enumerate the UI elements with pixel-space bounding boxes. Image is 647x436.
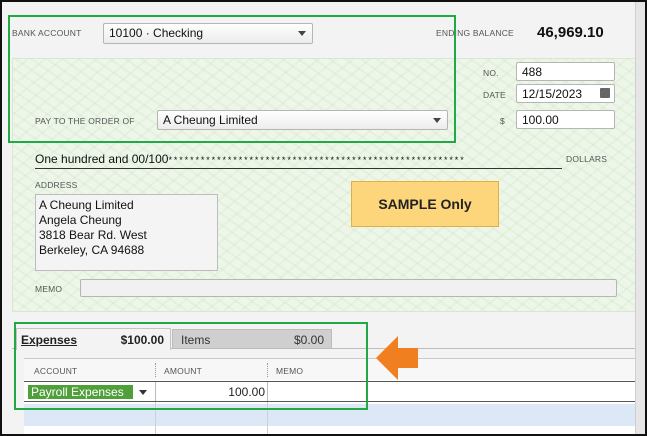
scrollbar[interactable] [635,2,645,434]
memo-field[interactable] [80,279,617,297]
address-box[interactable]: A Cheung Limited Angela Cheung 3818 Bear… [35,194,218,271]
address-line: Angela Cheung [39,213,122,227]
dollars-label: DOLLARS [566,154,608,164]
sample-only-note: SAMPLE Only [351,181,499,227]
arrow-left-icon [376,336,418,380]
calendar-icon[interactable] [600,88,610,98]
address-line: Berkeley, CA 94688 [39,243,145,257]
written-amount: One hundred and 00/100* * * * * * * * * … [35,152,464,166]
address-line: A Cheung Limited [39,198,134,212]
amount-field[interactable]: 100.00 [516,110,615,129]
written-amount-text: One hundred and 00/100 [35,152,169,166]
date-label: DATE [483,90,506,100]
date-field[interactable]: 12/15/2023 [516,84,615,103]
highlight-box-expenses [14,322,368,410]
check-number-field[interactable]: 488 [516,62,615,81]
highlight-box-payee [8,15,456,143]
check-no-label: NO. [483,68,499,78]
amount-underline [35,168,562,169]
address-label: ADDRESS [35,180,78,190]
ending-balance-value: 46,969.10 [537,24,604,41]
amount-label: $ [500,116,505,126]
date-value: 12/15/2023 [522,87,583,101]
written-amount-stars: * * * * * * * * * * * * * * * * * * * * … [168,155,464,165]
address-line: 3818 Bear Rd. West [39,228,147,242]
memo-label: MEMO [35,284,63,294]
write-checks-window: BANK ACCOUNT 10100 · Checking ENDING BAL… [0,0,647,436]
